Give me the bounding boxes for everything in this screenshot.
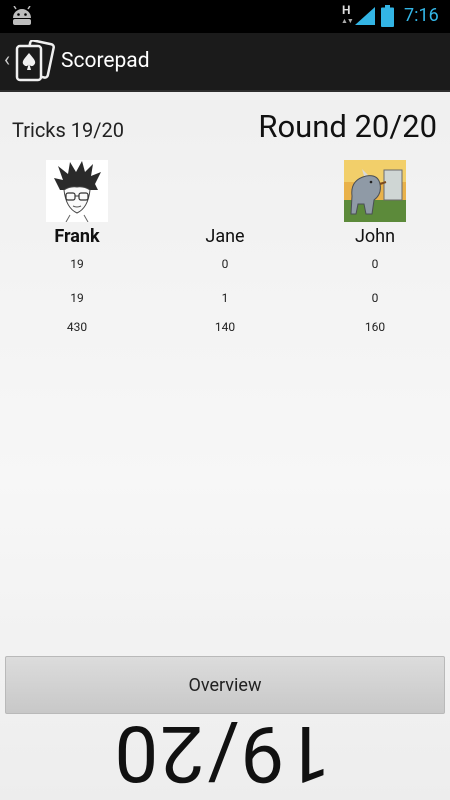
signal-strength-icon	[355, 7, 375, 25]
player-bid: 0	[371, 257, 379, 271]
player-score: 160	[364, 320, 386, 334]
tricks-counter: Tricks 19/20	[12, 118, 124, 142]
network-activity-icon: ▲▼	[341, 17, 354, 25]
player-column-frank[interactable]: Frank 19 19 430	[17, 160, 137, 342]
player-score: 140	[214, 320, 236, 334]
sketch-portrait-avatar[interactable]	[46, 160, 108, 222]
battery-icon	[381, 5, 394, 27]
player-tricks: 0	[371, 291, 379, 305]
android-icon	[13, 6, 31, 25]
action-bar: ‹ Scorepad	[0, 33, 450, 92]
overview-button-label: Overview	[188, 674, 262, 696]
player-name: Frank	[54, 226, 100, 247]
up-navigation-icon[interactable]: ‹	[4, 47, 10, 71]
tricks-display-flipped: 19/20	[112, 707, 330, 798]
clock: 7:16	[404, 5, 439, 26]
player-score: 430	[66, 320, 88, 334]
player-name: Jane	[205, 226, 245, 247]
rhino-painting-avatar[interactable]	[344, 160, 406, 222]
player-column-jane[interactable]: Jane 0 1 140	[165, 160, 285, 342]
playing-cards-spade-icon[interactable]	[13, 40, 57, 84]
player-tricks: 1	[221, 291, 229, 305]
empty-avatar	[194, 160, 256, 222]
player-column-john[interactable]: John 0 0 160	[315, 160, 435, 342]
player-tricks: 19	[70, 291, 84, 305]
app-title: Scorepad	[61, 49, 150, 73]
network-type: H	[342, 3, 351, 17]
player-bid: 0	[221, 257, 229, 271]
status-bar: H ▲▼ 7:16	[0, 0, 450, 33]
player-name: John	[354, 226, 396, 247]
overview-button[interactable]: Overview	[5, 656, 445, 714]
round-counter: Round 20/20	[258, 108, 437, 145]
player-bid: 19	[70, 257, 84, 271]
